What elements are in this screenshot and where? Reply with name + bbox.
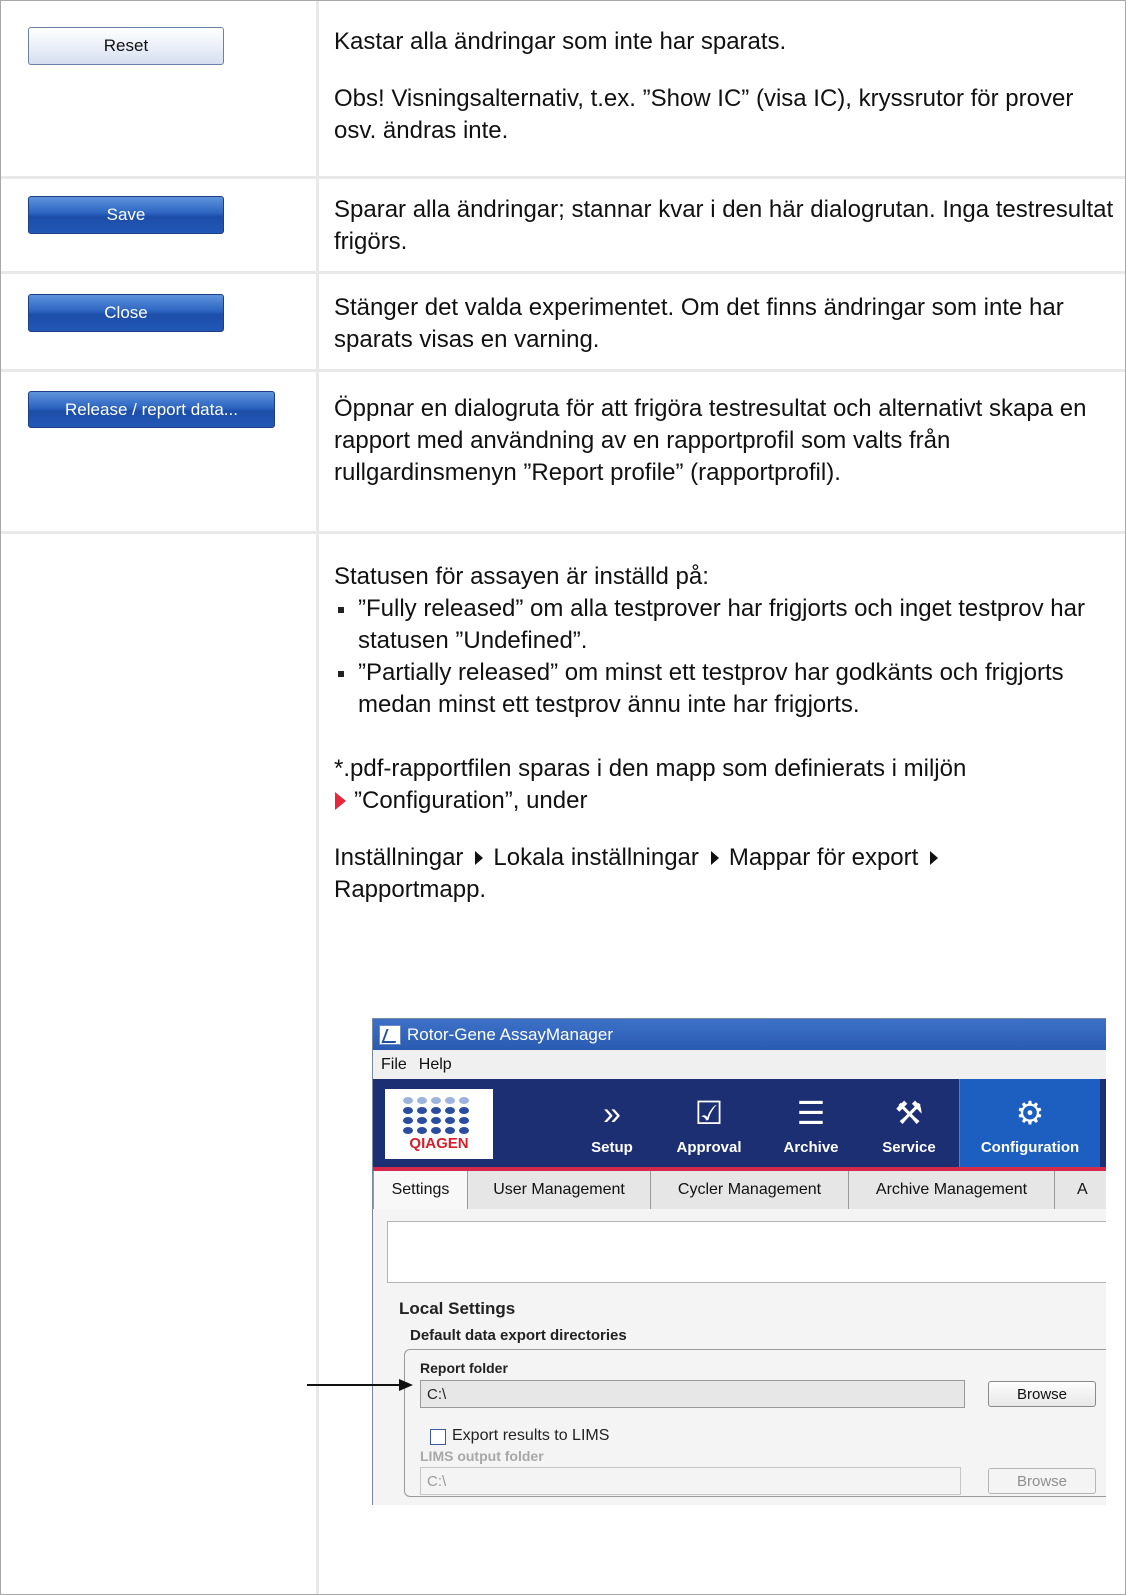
app-header: QIAGEN » Setup ☑ Approval ☰ Archive ⚒ Se… — [373, 1079, 1106, 1171]
window-titlebar: Rotor-Gene AssayManager — [373, 1019, 1106, 1050]
report-browse-button[interactable]: Browse — [988, 1381, 1096, 1407]
reset-description: Kastar alla ändringar som inte har spara… — [334, 26, 1114, 147]
lims-folder-label: LIMS output folder — [420, 1448, 544, 1464]
tab-cycler-management[interactable]: Cycler Management — [651, 1171, 849, 1209]
group-title: Default data export directories — [410, 1327, 627, 1344]
export-lims-checkbox[interactable] — [430, 1429, 446, 1445]
tab-bar: Settings User Management Cycler Manageme… — [373, 1171, 1106, 1210]
reset-button[interactable]: Reset — [28, 27, 224, 65]
nav-service[interactable]: ⚒ Service — [863, 1079, 955, 1167]
row-separator — [1, 531, 1125, 534]
export-directories-group: Report folder C:\ Browse Export results … — [404, 1349, 1106, 1497]
reset-note: Obs! Visningsalternativ, t.ex. ”Show IC”… — [334, 85, 1074, 144]
button-column — [1, 1, 316, 1594]
row-separator — [1, 369, 1125, 372]
export-lims-label: Export results to LIMS — [452, 1427, 610, 1444]
release-description: Öppnar en dialogruta för att frigöra tes… — [334, 395, 1087, 486]
tab-user-management[interactable]: User Management — [468, 1171, 651, 1209]
row-separator — [1, 271, 1125, 274]
help-page: Reset Kastar alla ändringar som inte har… — [0, 0, 1126, 1595]
callout-arrow-line — [307, 1384, 402, 1386]
lims-folder-input[interactable]: C:\ — [420, 1467, 961, 1495]
nav-configuration[interactable]: ⚙ Configuration — [959, 1079, 1100, 1167]
status-list: ”Fully released” om alla testprover har … — [334, 593, 1114, 721]
gears-icon: ⚙ — [1015, 1095, 1045, 1131]
lims-browse-button[interactable]: Browse — [988, 1468, 1096, 1494]
status-intro: Statusen för assayen är inställd på: — [334, 563, 709, 590]
reset-text: Kastar alla ändringar som inte har spara… — [334, 28, 787, 55]
path-step: Inställningar — [334, 844, 464, 871]
triangle-right-icon — [930, 851, 939, 865]
tab-truncated[interactable]: A — [1055, 1171, 1106, 1209]
close-description: Stänger det valda experimentet. Om det f… — [334, 294, 1064, 353]
qiagen-logo: QIAGEN — [385, 1089, 493, 1159]
settings-path: Inställningar Lokala inställningar Mappar … — [334, 842, 1094, 906]
local-settings-heading: Local Settings — [399, 1299, 516, 1318]
column-divider — [316, 1, 319, 1594]
nav-setup[interactable]: » Setup — [570, 1079, 654, 1167]
list-item: ”Fully released” om alla testprover har … — [334, 593, 1114, 657]
path-step: Mappar för export — [728, 844, 919, 871]
triangle-right-icon — [475, 851, 484, 865]
app-icon — [379, 1024, 401, 1045]
row-separator — [1, 176, 1125, 179]
path-step: Lokala inställningar — [493, 844, 699, 871]
link-arrow-icon[interactable] — [335, 792, 346, 810]
archive-icon: ☰ — [796, 1095, 826, 1131]
logo-text: QIAGEN — [409, 1135, 469, 1152]
menu-file[interactable]: File — [381, 1056, 407, 1074]
status-description: Statusen för assayen är inställd på: ”Fu… — [334, 561, 1114, 906]
tab-settings[interactable]: Settings — [373, 1171, 468, 1209]
chevrons-icon: » — [603, 1095, 621, 1131]
save-description: Sparar alla ändringar; stannar kvar i de… — [334, 196, 1114, 255]
tab-archive-management[interactable]: Archive Management — [849, 1171, 1055, 1209]
tools-icon: ⚒ — [894, 1095, 924, 1131]
list-item: ”Partially released” om minst ett testpr… — [334, 657, 1114, 721]
path-step: Rapportmapp. — [334, 876, 487, 903]
menu-bar: File Help — [373, 1050, 1106, 1079]
report-folder-label: Report folder — [420, 1360, 508, 1376]
report-folder-input[interactable]: C:\ — [420, 1380, 965, 1408]
configuration-link[interactable]: ”Configuration”, under — [354, 787, 587, 814]
triangle-right-icon — [710, 851, 719, 865]
nav-approval[interactable]: ☑ Approval — [663, 1079, 755, 1167]
logo-dots — [403, 1097, 475, 1134]
release-report-button[interactable]: Release / report data... — [28, 391, 275, 428]
window-title: Rotor-Gene AssayManager — [407, 1024, 613, 1044]
nav-archive[interactable]: ☰ Archive — [765, 1079, 857, 1167]
save-button[interactable]: Save — [28, 196, 224, 234]
pdf-text-line1: *.pdf-rapportfilen sparas i den mapp som… — [334, 755, 967, 782]
checkbox-icon: ☑ — [694, 1095, 724, 1131]
pdf-text-line2: ”Configuration”, under — [334, 785, 1114, 817]
app-screenshot: Rotor-Gene AssayManager File Help QIAGEN… — [372, 1018, 1106, 1505]
close-button[interactable]: Close — [28, 294, 224, 332]
callout-arrow-icon — [399, 1379, 413, 1391]
content-panel — [387, 1221, 1106, 1283]
menu-help[interactable]: Help — [419, 1056, 452, 1074]
settings-content: Local Settings Default data export direc… — [373, 1209, 1106, 1505]
